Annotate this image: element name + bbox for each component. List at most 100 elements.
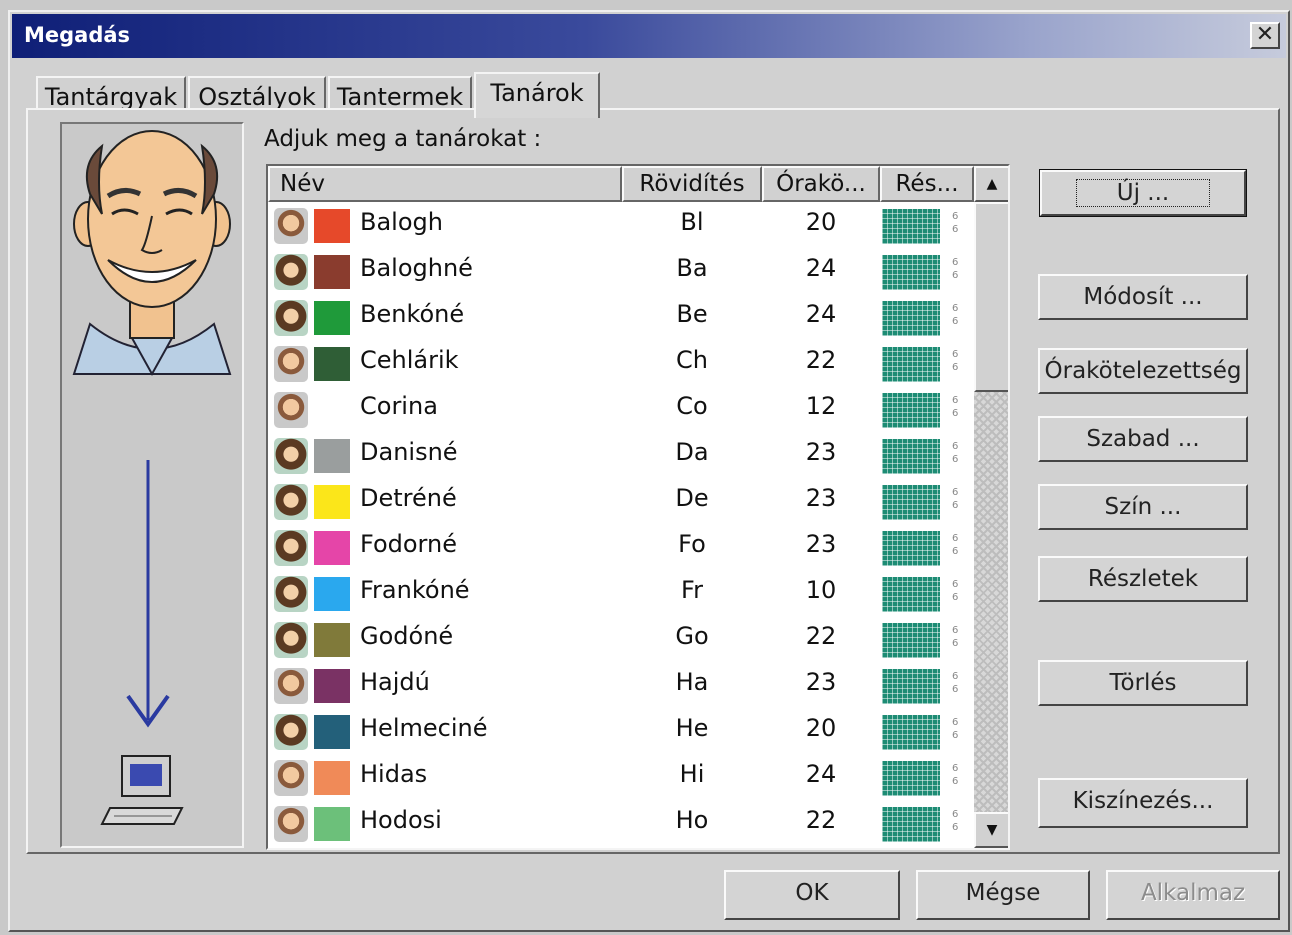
teacher-name: Balogh xyxy=(360,208,443,236)
table-row[interactable]: Godóné Go 22 6 6 xyxy=(268,616,974,662)
teacher-hours: 24 xyxy=(805,300,837,328)
detail-marker-icon: 66 xyxy=(952,579,959,603)
teacher-abbr: Hi xyxy=(679,760,705,788)
table-row[interactable]: Fodorné Fo 23 6 6 xyxy=(268,524,974,570)
new-button-label: Új ... xyxy=(1075,179,1211,207)
teacher-abbr: Go xyxy=(675,622,709,650)
table-row[interactable]: Helmeciné He 20 6 6 xyxy=(268,708,974,754)
free-button[interactable]: Szabad ... xyxy=(1038,416,1248,462)
teacher-rows: Balogh Bl 20 6 6 Baloghné Ba 24 6 6 Benkóné Be 24 6 6 C… xyxy=(268,202,974,846)
timetable-grid-icon xyxy=(882,252,940,290)
cancel-button[interactable]: Mégse xyxy=(916,870,1090,920)
modify-button[interactable]: Módosít ... xyxy=(1038,274,1248,320)
illustration-panel xyxy=(60,122,244,848)
female-teacher-icon xyxy=(274,576,308,612)
teacher-abbr: Da xyxy=(675,438,709,466)
teacher-abbr: He xyxy=(675,714,709,742)
teacher-illustration xyxy=(72,130,232,825)
female-teacher-icon xyxy=(274,438,308,474)
female-teacher-icon xyxy=(274,300,308,336)
column-header-abbr[interactable]: Rövidítés xyxy=(622,166,762,202)
timetable-grid-icon xyxy=(882,666,940,704)
detail-marker-icon: 66 xyxy=(952,717,959,741)
title-bar[interactable]: Megadás ✕ xyxy=(12,14,1286,58)
table-row[interactable]: Hajdú Ha 23 6 6 xyxy=(268,662,974,708)
ok-button[interactable]: OK xyxy=(724,870,900,920)
color-button[interactable]: Szín ... xyxy=(1038,484,1248,530)
table-row[interactable]: Baloghné Ba 24 6 6 xyxy=(268,248,974,294)
male-teacher-icon xyxy=(274,806,308,842)
male-teacher-icon xyxy=(274,760,308,796)
new-button[interactable]: Új ... xyxy=(1039,169,1247,217)
table-row[interactable]: Cehlárik Ch 22 6 6 xyxy=(268,340,974,386)
teacher-name: Hidas xyxy=(360,760,428,788)
teacher-name: Hodosi xyxy=(360,806,442,834)
table-row[interactable]: Frankóné Fr 10 6 6 xyxy=(268,570,974,616)
colorize-button[interactable]: Kiszínezés... xyxy=(1038,778,1248,828)
teacher-hours: 23 xyxy=(805,668,837,696)
column-header-hours[interactable]: Órakö... xyxy=(762,166,880,202)
computer-icon xyxy=(100,755,184,825)
teacher-abbr: Bl xyxy=(680,208,704,236)
teacher-name: Detréné xyxy=(360,484,457,512)
table-row[interactable]: Corina Co 12 6 6 xyxy=(268,386,974,432)
teacher-abbr: Co xyxy=(676,392,708,420)
teacher-name: Hajdú xyxy=(360,668,430,696)
tab-tanarok[interactable]: Tanárok xyxy=(474,72,600,118)
color-swatch xyxy=(314,531,350,565)
color-swatch xyxy=(314,209,350,243)
color-swatch xyxy=(314,807,350,841)
timetable-grid-icon xyxy=(882,390,940,428)
timetable-grid-icon xyxy=(882,620,940,658)
male-teacher-icon xyxy=(274,668,308,704)
teacher-hours: 22 xyxy=(805,346,837,374)
timetable-grid-icon xyxy=(882,344,940,382)
teacher-name: Baloghné xyxy=(360,254,473,282)
teacher-hours: 20 xyxy=(805,714,837,742)
detail-marker-icon: 66 xyxy=(952,303,959,327)
detail-marker-icon: 66 xyxy=(952,763,959,787)
teacher-name: Benkóné xyxy=(360,300,465,328)
column-header-name[interactable]: Név xyxy=(268,166,622,202)
color-swatch xyxy=(314,393,350,427)
detail-marker-icon: 66 xyxy=(952,349,959,373)
teacher-name: Danisné xyxy=(360,438,458,466)
male-teacher-icon xyxy=(274,392,308,428)
teacher-hours: 10 xyxy=(805,576,837,604)
timetable-grid-icon xyxy=(882,758,940,796)
detail-marker-icon: 66 xyxy=(952,487,959,511)
table-row[interactable]: Balogh Bl 20 6 6 xyxy=(268,202,974,248)
scroll-thumb[interactable] xyxy=(974,202,1008,392)
column-header-details[interactable]: Rés... xyxy=(880,166,974,202)
workload-button[interactable]: Órakötelezettség xyxy=(1038,348,1248,394)
table-row[interactable]: Benkóné Be 24 6 6 xyxy=(268,294,974,340)
close-icon: ✕ xyxy=(1255,22,1275,47)
table-row[interactable]: Detréné De 23 6 6 xyxy=(268,478,974,524)
timetable-grid-icon xyxy=(882,528,940,566)
teacher-list[interactable]: Név Rövidítés Órakö... Rés... Balogh Bl 20… xyxy=(266,164,1010,850)
teacher-hours: 23 xyxy=(805,530,837,558)
female-teacher-icon xyxy=(274,714,308,750)
scroll-down-button[interactable]: ▼ xyxy=(974,812,1008,848)
table-row[interactable]: Danisné Da 23 6 6 xyxy=(268,432,974,478)
table-row[interactable]: Hodosi Ho 22 6 6 xyxy=(268,800,974,846)
male-teacher-icon xyxy=(274,346,308,382)
scroll-up-button[interactable]: ▲ xyxy=(974,166,1008,202)
timetable-grid-icon xyxy=(882,482,940,520)
apply-button[interactable]: Alkalmaz xyxy=(1106,870,1280,920)
color-swatch xyxy=(314,715,350,749)
female-teacher-icon xyxy=(274,622,308,658)
detail-marker-icon: 66 xyxy=(952,257,959,281)
vertical-scrollbar[interactable]: ▲ ▼ xyxy=(974,166,1008,848)
detail-marker-icon: 66 xyxy=(952,625,959,649)
delete-button[interactable]: Törlés xyxy=(1038,660,1248,706)
color-swatch xyxy=(314,485,350,519)
male-teacher-icon xyxy=(274,208,308,244)
detail-marker-icon: 66 xyxy=(952,395,959,419)
close-button[interactable]: ✕ xyxy=(1250,22,1280,49)
color-swatch xyxy=(314,761,350,795)
table-row[interactable]: Hidas Hi 24 6 6 xyxy=(268,754,974,800)
teacher-name: Godóné xyxy=(360,622,454,650)
details-button[interactable]: Részletek xyxy=(1038,556,1248,602)
teacher-abbr: Fr xyxy=(681,576,703,604)
